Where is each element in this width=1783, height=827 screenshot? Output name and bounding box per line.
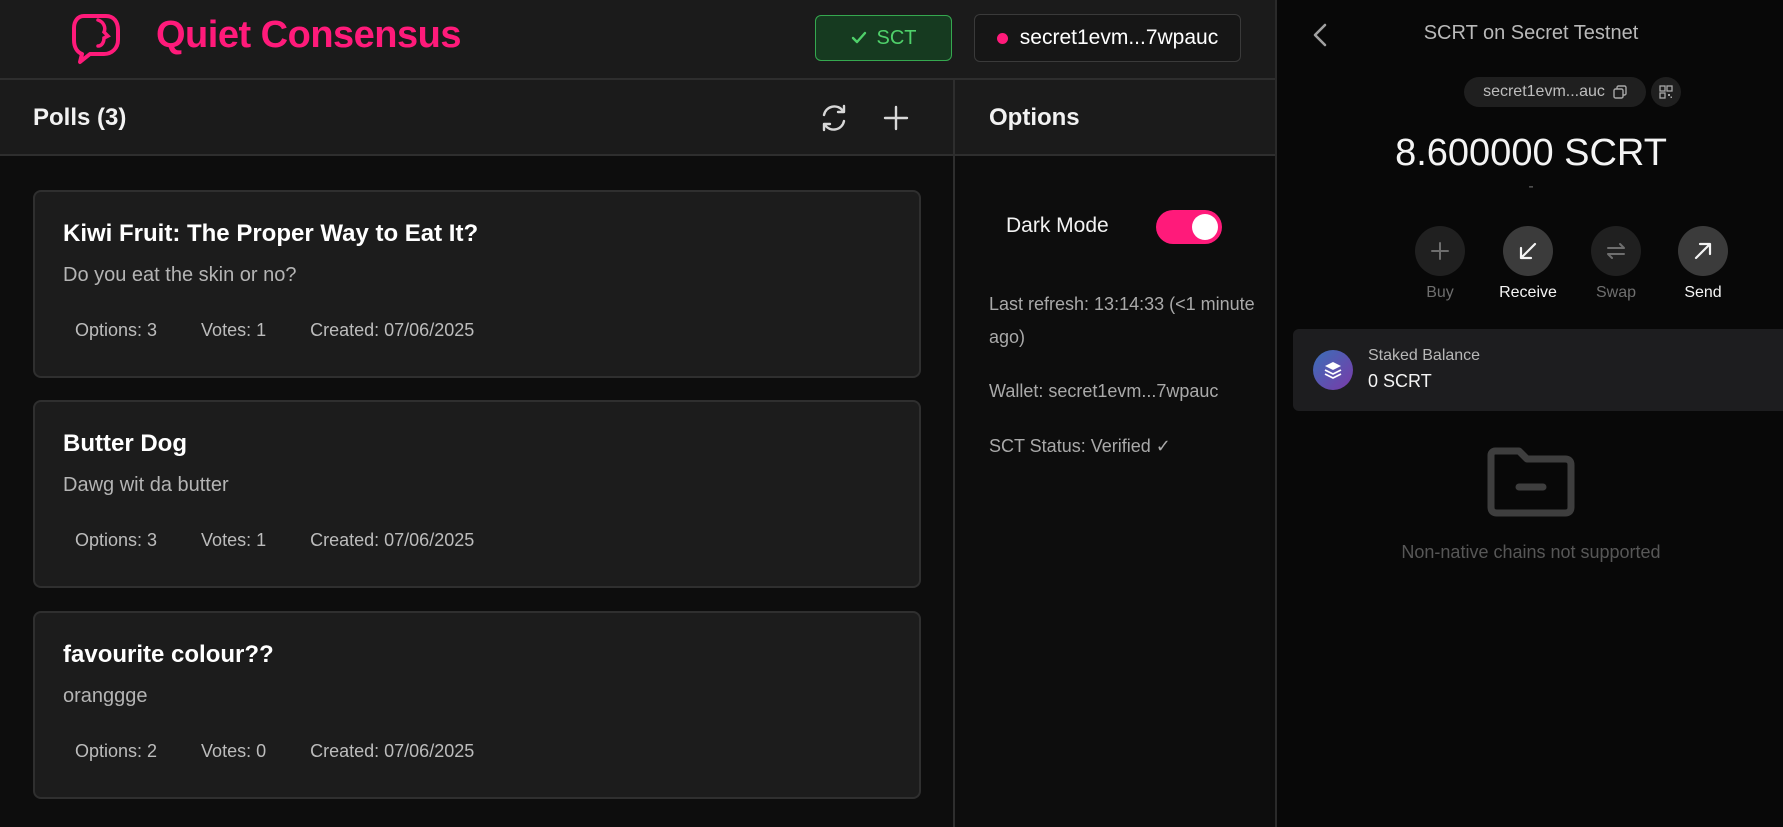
poll-card[interactable]: Butter Dog Dawg wit da butter Options: 3…	[33, 400, 921, 588]
polls-panel: Polls (3) Kiwi Fruit: The Proper Way to …	[0, 80, 955, 827]
send-button[interactable]	[1678, 226, 1728, 276]
sct-button-label: SCT	[876, 26, 917, 49]
wallet-button-label: secret1evm...7wpauc	[1019, 26, 1219, 49]
buy-action[interactable]: Buy	[1400, 226, 1480, 302]
poll-created-date: Created: 07/06/2025	[310, 530, 475, 550]
non-native-chains-note: Non-native chains not supported	[1401, 542, 1661, 562]
poll-options-count: Options: 3	[75, 530, 158, 550]
staked-balance-row[interactable]: Staked Balance 0 SCRT	[1293, 329, 1783, 411]
receive-label: Receive	[1499, 284, 1557, 301]
dark-mode-row: Dark Mode	[1006, 210, 1226, 244]
polls-title: Polls (3)	[33, 104, 127, 131]
poll-title: favourite colour??	[63, 641, 274, 668]
options-panel: Options Dark Mode Last refresh: 13:14:33…	[955, 80, 1275, 827]
poll-votes-count: Votes: 0	[201, 741, 267, 761]
wallet-extension-pane: SCRT on Secret Testnet secret1evm...auc …	[1275, 0, 1783, 827]
staked-balance-value: 0 SCRT	[1368, 371, 1432, 391]
add-poll-button[interactable]	[879, 101, 913, 135]
receive-button[interactable]	[1503, 226, 1553, 276]
balance-fiat-value: -	[1528, 178, 1534, 195]
receive-action[interactable]: Receive	[1488, 226, 1568, 302]
poll-votes-count: Votes: 1	[201, 530, 267, 550]
poll-created-date: Created: 07/06/2025	[310, 320, 475, 340]
poll-description: Do you eat the skin or no?	[63, 264, 297, 286]
swap-icon	[1607, 243, 1625, 259]
address-chip-label: secret1evm...auc	[1483, 83, 1605, 100]
top-bar: Quiet Consensus SCT secret1evm...7wpauc	[0, 0, 1275, 80]
address-copy-chip[interactable]: secret1evm...auc	[1464, 77, 1646, 107]
app-title: Quiet Consensus	[156, 14, 462, 56]
poll-votes-count: Votes: 1	[201, 320, 267, 340]
poll-created-date: Created: 07/06/2025	[310, 741, 475, 761]
dark-mode-toggle[interactable]	[1156, 210, 1222, 244]
poll-options-count: Options: 2	[75, 741, 158, 761]
check-icon	[851, 31, 866, 44]
arrow-up-right-icon	[1694, 242, 1712, 260]
swap-label: Swap	[1595, 284, 1637, 301]
plus-icon	[883, 105, 909, 131]
arrow-down-left-icon	[1519, 242, 1537, 260]
toggle-knob	[1192, 214, 1218, 240]
poll-title: Kiwi Fruit: The Proper Way to Eat It?	[63, 220, 479, 247]
swap-action[interactable]: Swap	[1576, 226, 1656, 302]
plus-icon	[1431, 242, 1449, 260]
buy-button[interactable]	[1415, 226, 1465, 276]
poll-meta: Options: 3 Votes: 1 Created: 07/06/2025	[75, 530, 474, 551]
dark-mode-label: Dark Mode	[1006, 214, 1109, 237]
refresh-button[interactable]	[817, 101, 851, 135]
poll-description: Dawg wit da butter	[63, 474, 229, 496]
send-label: Send	[1684, 284, 1722, 301]
options-title: Options	[989, 104, 1080, 131]
sct-status-text: SCT Status: Verified ✓	[989, 436, 1171, 456]
poll-description: oranggge	[63, 685, 148, 707]
chat-face-logo-icon	[72, 14, 120, 64]
poll-meta: Options: 2 Votes: 0 Created: 07/06/2025	[75, 741, 474, 762]
last-refresh-text: Last refresh: 13:14:33 (<1 minute ago)	[989, 294, 1255, 347]
qr-code-icon	[1659, 85, 1673, 99]
stack-layers-icon	[1313, 350, 1353, 390]
poll-card[interactable]: favourite colour?? oranggge Options: 2 V…	[33, 611, 921, 799]
app-window: Quiet Consensus SCT secret1evm...7wpauc …	[0, 0, 1275, 827]
wallet-status-dot	[996, 32, 1008, 44]
swap-button[interactable]	[1591, 226, 1641, 276]
poll-meta: Options: 3 Votes: 1 Created: 07/06/2025	[75, 320, 474, 341]
wallet-address-text: Wallet: secret1evm...7wpauc	[989, 381, 1219, 401]
send-action[interactable]: Send	[1663, 226, 1743, 302]
wallet-network-title: SCRT on Secret Testnet	[1423, 22, 1639, 44]
sct-verify-button[interactable]: SCT	[815, 15, 952, 61]
copy-icon	[1613, 85, 1627, 99]
poll-options-count: Options: 3	[75, 320, 158, 340]
folder-minus-icon	[1487, 447, 1575, 517]
refresh-icon	[822, 104, 846, 132]
buy-label: Buy	[1426, 284, 1454, 301]
token-balance: 8.600000 SCRT	[1395, 132, 1667, 174]
options-header: Options	[955, 80, 1275, 156]
staked-balance-label: Staked Balance	[1368, 347, 1481, 364]
polls-header: Polls (3)	[0, 80, 953, 156]
wallet-connect-button[interactable]: secret1evm...7wpauc	[974, 14, 1241, 62]
poll-card[interactable]: Kiwi Fruit: The Proper Way to Eat It? Do…	[33, 190, 921, 378]
poll-title: Butter Dog	[63, 430, 187, 457]
qr-code-button[interactable]	[1651, 77, 1681, 107]
